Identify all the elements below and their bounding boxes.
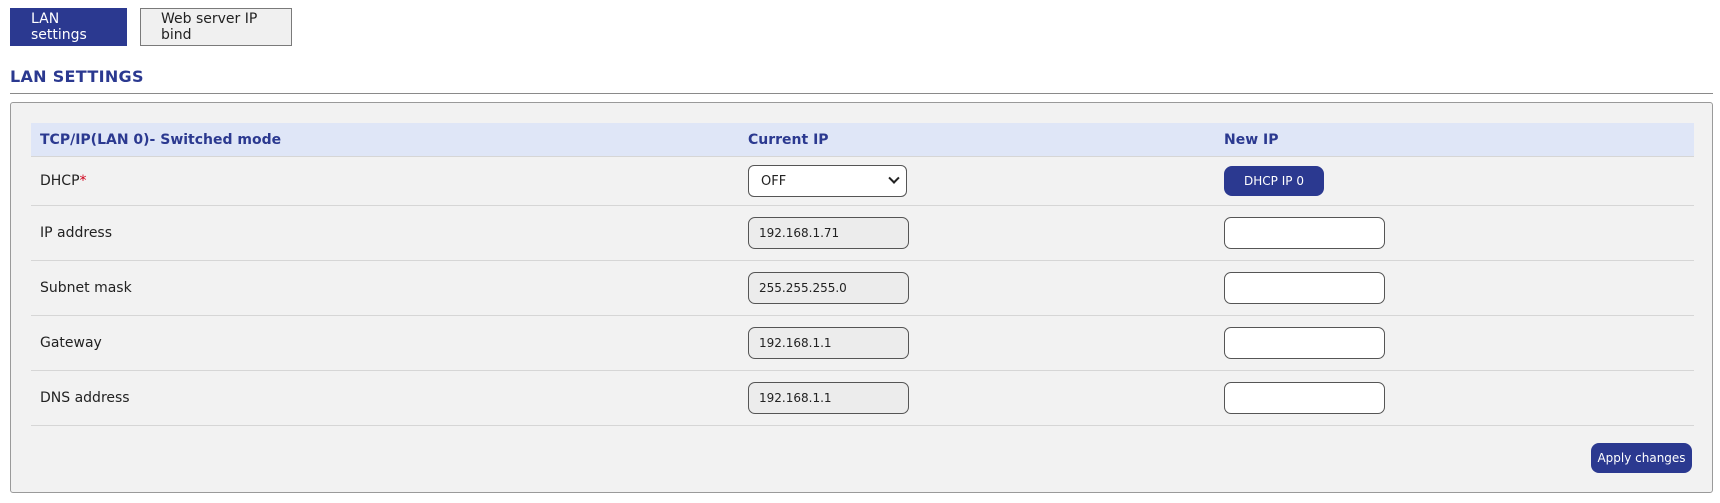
row-label: DNS address — [40, 390, 130, 406]
table-row-ip-address: IP address 192.168.1.71 — [31, 206, 1694, 261]
current-ip-cell: 192.168.1.1 — [748, 316, 909, 370]
table-row-dns-address: DNS address 192.168.1.1 — [31, 371, 1694, 426]
current-ip-address-field: 192.168.1.71 — [748, 217, 909, 249]
new-ip-cell — [1224, 261, 1385, 315]
new-dns-address-input[interactable] — [1224, 382, 1385, 414]
dhcp-select[interactable]: OFF — [748, 165, 907, 197]
lan-settings-table: TCP/IP(LAN 0)- Switched mode Current IP … — [31, 123, 1694, 426]
dhcp-label: DHCP — [40, 173, 80, 189]
tab-lan-settings[interactable]: LAN settings — [10, 8, 127, 46]
apply-changes-button[interactable]: Apply changes — [1591, 443, 1692, 473]
tab-web-server-ip-bind[interactable]: Web server IP bind — [140, 8, 292, 46]
current-gateway-field: 192.168.1.1 — [748, 327, 909, 359]
row-label: Gateway — [40, 335, 102, 351]
new-ip-cell — [1224, 371, 1385, 425]
table-row-subnet-mask: Subnet mask 255.255.255.0 — [31, 261, 1694, 316]
new-gateway-input[interactable] — [1224, 327, 1385, 359]
dhcp-new-cell: DHCP IP 0 — [1224, 157, 1324, 205]
header-tcpip: TCP/IP(LAN 0)- Switched mode — [40, 131, 282, 148]
dhcp-select-value: OFF — [761, 173, 787, 189]
tab-bar: LAN settings Web server IP bind — [10, 8, 292, 46]
section-title: LAN SETTINGS — [10, 67, 144, 86]
new-ip-address-input[interactable] — [1224, 217, 1385, 249]
table-row-gateway: Gateway 192.168.1.1 — [31, 316, 1694, 371]
current-ip-cell: 192.168.1.1 — [748, 371, 909, 425]
current-ip-cell: 192.168.1.71 — [748, 206, 909, 260]
current-dns-address-field: 192.168.1.1 — [748, 382, 909, 414]
table-header-row: TCP/IP(LAN 0)- Switched mode Current IP … — [31, 123, 1694, 157]
table-row-dhcp: DHCP * OFF DHCP IP 0 — [31, 157, 1694, 206]
chevron-down-icon — [888, 172, 900, 184]
dhcp-current-cell: OFF — [748, 157, 907, 205]
current-subnet-mask-field: 255.255.255.0 — [748, 272, 909, 304]
section-divider — [10, 93, 1713, 94]
required-mark: * — [79, 173, 87, 189]
new-ip-cell — [1224, 206, 1385, 260]
header-current-ip: Current IP — [748, 131, 829, 148]
new-subnet-mask-input[interactable] — [1224, 272, 1385, 304]
new-ip-cell — [1224, 316, 1385, 370]
current-ip-cell: 255.255.255.0 — [748, 261, 909, 315]
lan-settings-panel: TCP/IP(LAN 0)- Switched mode Current IP … — [10, 102, 1713, 493]
row-label: IP address — [40, 225, 113, 241]
row-label: Subnet mask — [40, 280, 132, 296]
dhcp-label-cell: DHCP * — [40, 157, 87, 205]
header-new-ip: New IP — [1224, 131, 1279, 148]
dhcp-ip-button[interactable]: DHCP IP 0 — [1224, 166, 1324, 196]
